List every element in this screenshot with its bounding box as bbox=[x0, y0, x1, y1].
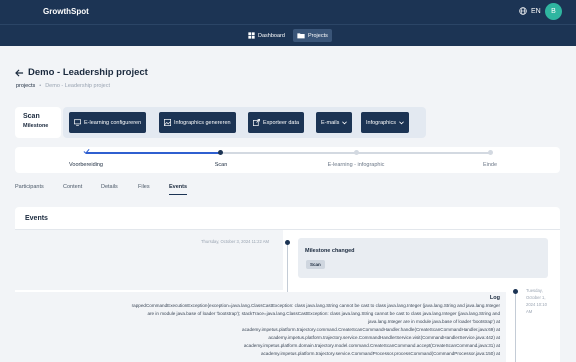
nav-projects-label: Projects bbox=[308, 32, 328, 39]
breadcrumb-projects[interactable]: projects bbox=[16, 83, 35, 89]
page-header: Demo - Leadership project bbox=[15, 67, 148, 78]
infographics-label: Infographics bbox=[366, 119, 396, 126]
export-data-label: Exporteer data bbox=[263, 119, 300, 126]
log-line: rappedCommandExecutionException{exceptio… bbox=[131, 303, 500, 308]
log-event-card: Log rappedCommandExecutionException{exce… bbox=[15, 292, 506, 362]
tab-content[interactable]: Content bbox=[63, 184, 82, 194]
events-heading: Events bbox=[25, 215, 48, 222]
nav-dashboard-label: Dashboard bbox=[258, 32, 285, 39]
timeline-dot bbox=[285, 240, 290, 245]
log-title: Log bbox=[489, 295, 500, 301]
phase-title: Scan bbox=[23, 113, 40, 120]
tab-events[interactable]: Events bbox=[169, 184, 188, 195]
folder-icon bbox=[297, 32, 305, 39]
step-dot bbox=[488, 150, 493, 155]
log-line: academy.impetus.platform.domain.trajecto… bbox=[243, 343, 500, 348]
breadcrumb-current: Demo - Leadership project bbox=[45, 83, 111, 89]
step-label[interactable]: Voorbereiding bbox=[69, 162, 103, 168]
milestone-tag: Scan bbox=[306, 260, 325, 269]
main-nav: Dashboard Projects bbox=[0, 24, 576, 46]
export-icon bbox=[253, 119, 260, 126]
nav-projects[interactable]: Projects bbox=[293, 29, 332, 42]
emails-dropdown[interactable]: E-mails bbox=[316, 112, 353, 133]
project-tabs: Participants Content Details Files Event… bbox=[15, 184, 560, 200]
step-dot bbox=[354, 150, 359, 155]
tab-files[interactable]: Files bbox=[138, 184, 150, 194]
step-dot-current bbox=[218, 150, 223, 155]
language-switcher[interactable]: EN bbox=[519, 7, 541, 15]
step-label[interactable]: Scan bbox=[215, 162, 228, 168]
action-toolbar: E-learning configureren Infographics gen… bbox=[63, 107, 426, 138]
log-line: java.lang.Integer are in module java.bas… bbox=[368, 319, 500, 324]
chevron-down-icon bbox=[399, 120, 404, 125]
top-bar: GrowthSpot EN B bbox=[0, 0, 576, 24]
event-timestamp: Thursday, October 3, 2024 11:22 AM bbox=[201, 239, 270, 244]
growthspot-logo[interactable]: GrowthSpot bbox=[43, 7, 89, 16]
tab-participants[interactable]: Participants bbox=[15, 184, 44, 194]
infographics-dropdown[interactable]: Infographics bbox=[361, 112, 409, 133]
log-line: academy.impetus.platform.trajectory.serv… bbox=[260, 351, 500, 356]
monitor-icon bbox=[74, 119, 81, 126]
nav-dashboard[interactable]: Dashboard bbox=[244, 29, 289, 42]
step-label[interactable]: Einde bbox=[483, 162, 497, 168]
tab-details[interactable]: Details bbox=[101, 184, 118, 194]
step-label[interactable]: E-learning - infographic bbox=[328, 162, 385, 168]
emails-label: E-mails bbox=[321, 119, 340, 126]
dashboard-icon bbox=[248, 32, 255, 39]
user-avatar[interactable]: B bbox=[545, 3, 562, 20]
breadcrumb: projects • Demo - Leadership project bbox=[16, 83, 110, 89]
export-data-button[interactable]: Exporteer data bbox=[248, 112, 305, 133]
log-line: academy.impetus.platform.trajectory.comm… bbox=[242, 327, 500, 332]
generate-infographics-button[interactable]: Infographics genereren bbox=[159, 112, 236, 133]
log-line: are in module java.base of loader 'boots… bbox=[147, 311, 500, 316]
current-phase-card: Scan Milestone bbox=[15, 107, 61, 138]
step-connector bbox=[86, 152, 220, 154]
breadcrumb-separator: • bbox=[39, 83, 42, 89]
phase-subtitle: Milestone bbox=[23, 123, 49, 129]
chevron-down-icon bbox=[342, 120, 348, 125]
back-arrow-icon[interactable] bbox=[15, 68, 24, 77]
milestone-event-card: Milestone changed Scan bbox=[298, 238, 548, 278]
generate-infographics-label: Infographics genereren bbox=[174, 119, 231, 126]
event-title: Milestone changed bbox=[305, 248, 355, 254]
timeline-line bbox=[515, 293, 516, 362]
language-label: EN bbox=[531, 7, 541, 15]
elearning-config-label: E-learning configureren bbox=[84, 119, 142, 126]
log-line: academy.impetus.platform.trajectory.serv… bbox=[268, 335, 500, 340]
events-panel: Events Thursday, October 3, 2024 11:22 A… bbox=[15, 207, 560, 362]
elearning-config-button[interactable]: E-learning configureren bbox=[69, 112, 147, 133]
timeline-dot bbox=[513, 289, 518, 294]
globe-icon bbox=[519, 7, 527, 15]
page-title: Demo - Leadership project bbox=[28, 67, 148, 78]
phase-stepper: Voorbereiding Scan E-learning - infograp… bbox=[15, 147, 560, 173]
check-icon bbox=[83, 148, 90, 155]
event-timestamp: Tuesday, October 1, 2024 10:10 AM bbox=[526, 288, 547, 314]
image-icon bbox=[164, 119, 171, 126]
